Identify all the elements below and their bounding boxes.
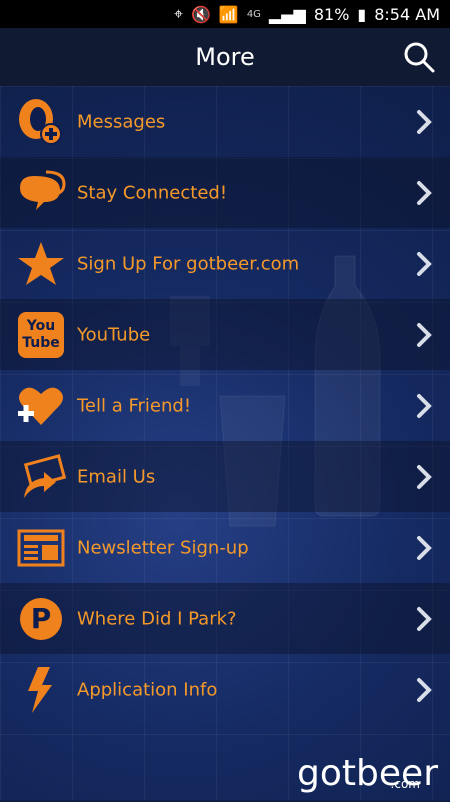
menu-item-stay-connected[interactable]: Stay Connected!	[0, 157, 450, 228]
megaphone-add-icon	[16, 97, 66, 147]
battery-percent: 81%	[313, 4, 350, 24]
menu-item-label: Email Us	[77, 466, 156, 487]
menu-item-application-info[interactable]: Application Info	[0, 654, 450, 725]
chevron-right-icon	[417, 109, 432, 134]
chevron-right-icon	[417, 393, 432, 418]
menu-item-where-did-i-park[interactable]: P Where Did I Park?	[0, 583, 450, 654]
menu-item-label: Newsletter Sign-up	[77, 537, 249, 558]
chevron-right-icon	[417, 606, 432, 631]
network-type: 4G	[246, 8, 261, 20]
app-header: More	[0, 28, 450, 87]
chevron-right-icon	[417, 535, 432, 560]
search-icon[interactable]	[402, 40, 436, 74]
chat-bubbles-icon	[16, 168, 66, 218]
lightning-icon	[16, 665, 66, 715]
status-bar: ⌖ 🔇 📶 4G ▂▄▆ 81% ▮ 8:54 AM	[0, 0, 450, 28]
star-icon	[16, 239, 66, 289]
parking-icon-letter: P	[20, 597, 62, 640]
chevron-right-icon	[417, 464, 432, 489]
menu-list: Messages Stay Connected! Sign Up For got…	[0, 86, 450, 725]
chevron-right-icon	[417, 180, 432, 205]
menu-item-label: Where Did I Park?	[77, 608, 237, 629]
email-share-icon	[16, 452, 66, 502]
chevron-right-icon	[417, 677, 432, 702]
menu-item-sign-up[interactable]: Sign Up For gotbeer.com	[0, 228, 450, 299]
newspaper-icon	[16, 523, 66, 573]
menu-item-label: Stay Connected!	[77, 182, 228, 203]
youtube-icon-text: You Tube	[18, 311, 64, 358]
heart-add-icon	[16, 381, 66, 431]
menu-item-email-us[interactable]: Email Us	[0, 441, 450, 512]
menu-item-label: Messages	[77, 111, 166, 132]
page-title: More	[195, 43, 255, 71]
location-icon: ⌖	[173, 4, 183, 23]
menu-item-label: Sign Up For gotbeer.com	[77, 253, 300, 274]
gotbeer-logo: gotbeer .com	[297, 756, 438, 792]
mute-icon: 🔇	[190, 4, 211, 24]
menu-item-messages[interactable]: Messages	[0, 86, 450, 157]
menu-item-youtube[interactable]: You Tube YouTube	[0, 299, 450, 370]
youtube-icon: You Tube	[16, 310, 66, 360]
chevron-right-icon	[417, 251, 432, 276]
signal-icon: ▂▄▆	[268, 4, 306, 24]
menu-item-newsletter[interactable]: Newsletter Sign-up	[0, 512, 450, 583]
menu-item-label: YouTube	[77, 324, 151, 345]
logo-suffix: .com	[390, 777, 420, 791]
battery-icon: ▮	[357, 4, 367, 24]
wifi-icon: 📶	[218, 4, 239, 24]
menu-item-tell-a-friend[interactable]: Tell a Friend!	[0, 370, 450, 441]
clock: 8:54 AM	[374, 4, 440, 24]
status-icons: ⌖ 🔇 📶 4G ▂▄▆ 81% ▮ 8:54 AM	[174, 4, 440, 24]
chevron-right-icon	[417, 322, 432, 347]
menu-item-label: Application Info	[77, 679, 218, 700]
parking-icon: P	[16, 594, 66, 644]
menu-item-label: Tell a Friend!	[77, 395, 192, 416]
